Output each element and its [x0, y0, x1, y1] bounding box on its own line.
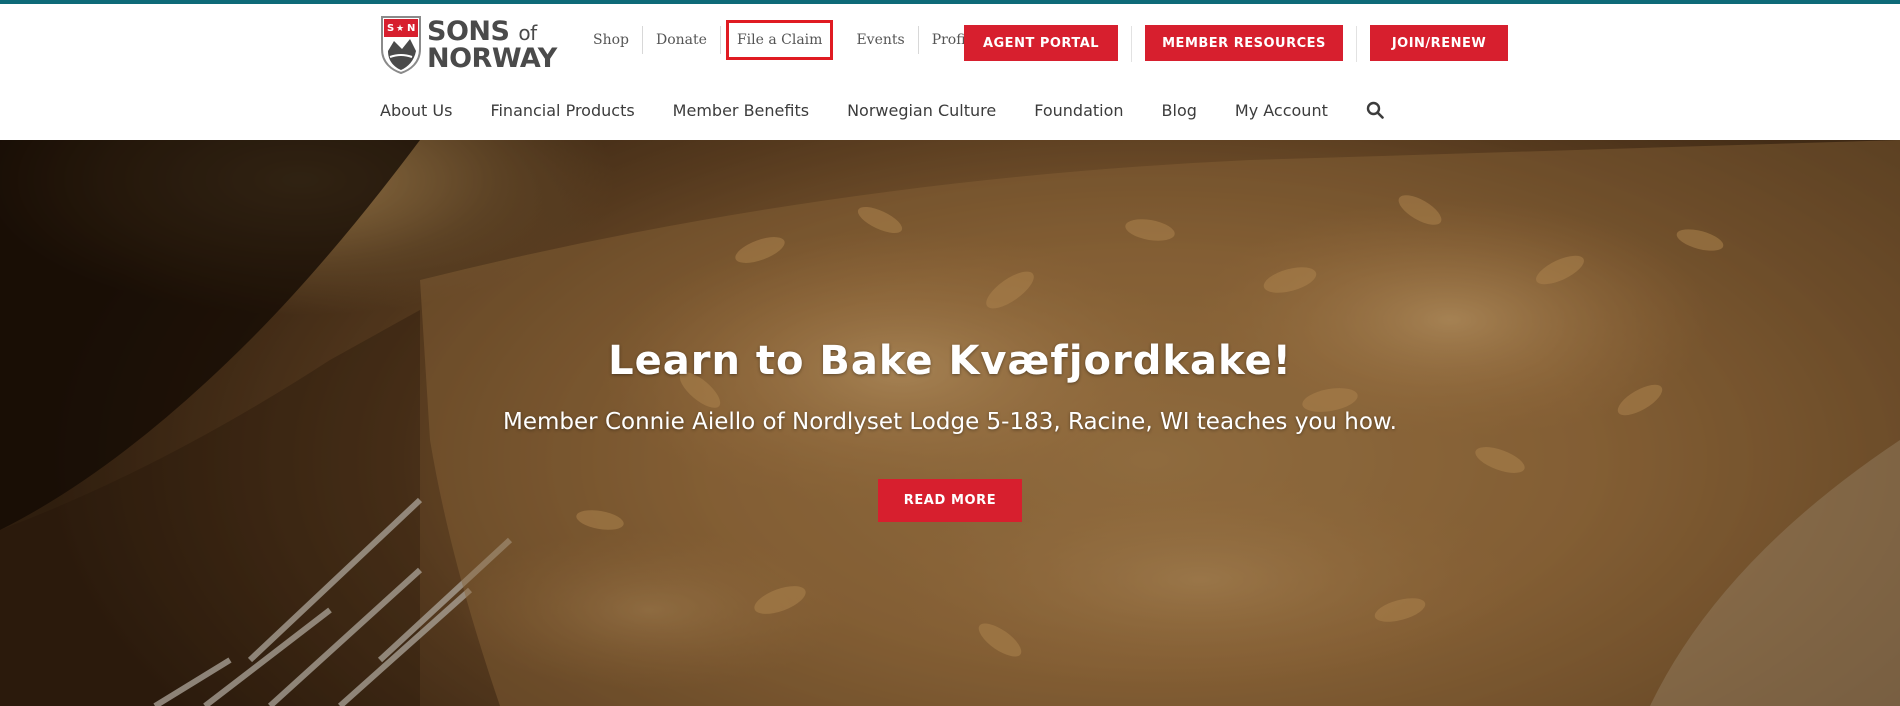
nav-item-my-account[interactable]: My Account [1235, 101, 1328, 120]
nav-item-about-us[interactable]: About Us [380, 101, 452, 120]
main-nav: About Us Financial Products Member Benef… [380, 92, 1384, 128]
utility-link-file-a-claim[interactable]: File a Claim [725, 20, 834, 60]
utility-link-shop[interactable]: Shop [580, 26, 643, 54]
nav-item-member-benefits[interactable]: Member Benefits [673, 101, 809, 120]
svg-text:N: N [407, 23, 415, 34]
utility-link-events[interactable]: Events [843, 26, 919, 54]
hero-subtitle: Member Connie Aiello of Nordlyset Lodge … [503, 409, 1397, 435]
logo-line1-small: of [518, 21, 537, 45]
logo[interactable]: S ★ N SONS of NORWAY [380, 14, 557, 76]
nav-item-financial-products[interactable]: Financial Products [490, 101, 634, 120]
read-more-button[interactable]: READ MORE [878, 479, 1022, 522]
agent-portal-button[interactable]: AGENT PORTAL [964, 25, 1118, 61]
cta-divider [1356, 26, 1357, 62]
logo-line2: NORWAY [427, 43, 557, 74]
svg-text:★: ★ [396, 24, 404, 34]
member-resources-button[interactable]: MEMBER RESOURCES [1145, 25, 1343, 61]
logo-shield-icon: S ★ N [381, 16, 421, 75]
utility-nav: Shop Donate File a Claim Events Profile [580, 20, 993, 60]
join-renew-button[interactable]: JOIN/RENEW [1370, 25, 1508, 61]
nav-item-foundation[interactable]: Foundation [1034, 101, 1123, 120]
cta-divider [1131, 26, 1132, 62]
utility-link-donate[interactable]: Donate [643, 26, 721, 54]
hero-banner: Learn to Bake Kvæfjordkake! Member Conni… [0, 140, 1900, 706]
search-icon[interactable] [1366, 101, 1384, 119]
site-header: S ★ N SONS of NORWAY Shop Donate File a … [0, 4, 1900, 140]
hero-title: Learn to Bake Kvæfjordkake! [608, 338, 1292, 384]
nav-item-blog[interactable]: Blog [1162, 101, 1197, 120]
nav-item-norwegian-culture[interactable]: Norwegian Culture [847, 101, 996, 120]
logo-wordmark: SONS of NORWAY [427, 18, 557, 72]
svg-text:S: S [387, 23, 394, 34]
